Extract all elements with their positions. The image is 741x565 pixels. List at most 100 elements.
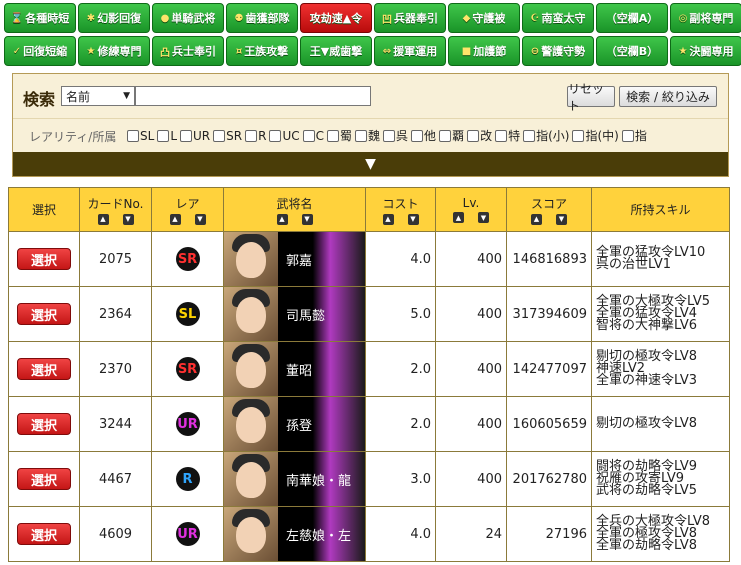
tag-button[interactable]: （空欄B） bbox=[596, 36, 668, 66]
filter-checkbox[interactable]: 蜀 bbox=[327, 127, 352, 144]
tag-button[interactable]: ⇔ 援軍運用 bbox=[374, 36, 446, 66]
select-cell: 選択 bbox=[8, 341, 80, 397]
tag-button[interactable]: ● 単騎武将 bbox=[152, 3, 224, 33]
sort-controls: ▲ ▼ bbox=[453, 212, 489, 223]
filter-checkbox[interactable]: 指(中) bbox=[572, 127, 619, 144]
search-field-select[interactable]: 名前 ▼ bbox=[61, 86, 135, 106]
sort-controls: ▲ ▼ bbox=[382, 213, 419, 225]
skill-item: 全軍の神速令LV3 bbox=[596, 373, 697, 388]
sort-desc-icon[interactable]: ▼ bbox=[407, 213, 419, 225]
filter-checkbox[interactable]: R bbox=[245, 129, 266, 143]
sort-desc-icon[interactable]: ▼ bbox=[194, 213, 206, 225]
column-header: コスト ▲ ▼ bbox=[365, 187, 436, 232]
expand-toggle-bar[interactable]: ▼ bbox=[13, 152, 728, 176]
table-row: 選択 4467 R 南華娘・龍 3.0 400 201762780 闘将の劫略令LV9 祝雁の攻… bbox=[8, 451, 730, 507]
checkbox-icon[interactable] bbox=[355, 129, 368, 142]
checkbox-icon[interactable] bbox=[495, 129, 508, 142]
filter-checkbox-label: 改 bbox=[480, 129, 493, 143]
tag-button[interactable]: ⌛ 各種時短 bbox=[4, 3, 76, 33]
rarity-badge: UR bbox=[175, 412, 200, 436]
select-cell: 選択 bbox=[8, 286, 80, 342]
search-button[interactable]: 検索 / 絞り込み bbox=[619, 86, 717, 107]
sort-asc-icon[interactable]: ▲ bbox=[169, 213, 181, 225]
checkbox-icon[interactable] bbox=[127, 129, 139, 142]
tag-button[interactable]: 凹兵器奉引 bbox=[374, 3, 446, 33]
checkbox-icon[interactable] bbox=[523, 129, 536, 142]
tag-button[interactable]: ¤ 王族攻撃 bbox=[226, 36, 298, 66]
filter-checkbox[interactable]: 改 bbox=[467, 127, 492, 144]
portrait-face bbox=[236, 407, 266, 443]
filter-checkbox[interactable]: UC bbox=[269, 129, 300, 143]
filter-checkbox[interactable]: C bbox=[302, 129, 324, 143]
column-header-inner: 選択 bbox=[11, 201, 77, 218]
filter-checkbox[interactable]: 魏 bbox=[355, 127, 380, 144]
score-cell: 146816893 bbox=[506, 231, 592, 287]
skills-cell: 全兵の大極攻令LV8 全軍の極攻令LV8 全軍の劫略令LV8 bbox=[591, 506, 730, 562]
checkbox-icon[interactable] bbox=[467, 129, 480, 142]
tag-button[interactable]: ✓ 回復短縮 bbox=[4, 36, 76, 66]
tag-icon: ✓ bbox=[12, 45, 22, 57]
select-button[interactable]: 選択 bbox=[17, 413, 71, 435]
tag-button[interactable]: ★ 修練専門 bbox=[78, 36, 150, 66]
select-button[interactable]: 選択 bbox=[17, 303, 71, 325]
tag-button[interactable]: ✱ 幻影回復 bbox=[78, 3, 150, 33]
tag-button[interactable]: ★ 決闘専用 bbox=[670, 36, 741, 66]
sort-desc-icon[interactable]: ▼ bbox=[556, 213, 567, 225]
sort-desc-icon[interactable]: ▼ bbox=[478, 212, 489, 223]
sort-asc-icon[interactable]: ▲ bbox=[453, 212, 464, 223]
filter-checkbox[interactable]: 呉 bbox=[383, 127, 408, 144]
sort-desc-icon[interactable]: ▼ bbox=[122, 213, 134, 225]
filter-checkbox[interactable]: L bbox=[157, 129, 177, 143]
sort-asc-icon[interactable]: ▲ bbox=[382, 213, 394, 225]
skills-cell: 全軍の猛攻令LV10 呉の治世LV1 bbox=[591, 231, 730, 287]
filter-checkbox[interactable]: SR bbox=[213, 129, 242, 143]
tag-button[interactable]: 凸兵士奉引 bbox=[152, 36, 224, 66]
filter-checkbox[interactable]: 指 bbox=[621, 127, 647, 144]
filter-checkbox[interactable]: 指(小) bbox=[523, 127, 569, 144]
tag-button[interactable]: ◆ 守護被 bbox=[448, 3, 520, 33]
tag-label: 回復短縮 bbox=[23, 45, 68, 58]
filter-checkbox-label: SL bbox=[140, 128, 155, 143]
filter-checkbox[interactable]: SL bbox=[127, 129, 154, 143]
general-name: 司馬懿 bbox=[286, 309, 326, 324]
tag-icon: ◎ bbox=[678, 12, 688, 24]
checkbox-icon[interactable] bbox=[572, 129, 585, 142]
tag-button[interactable]: ☪ 南蛮太守 bbox=[522, 3, 594, 33]
tag-button[interactable]: ■ 加護節 bbox=[448, 36, 520, 66]
filter-checkbox[interactable]: 特 bbox=[495, 127, 520, 144]
checkbox-icon[interactable] bbox=[180, 129, 192, 142]
tag-button[interactable]: ⊖ 警護守勢 bbox=[522, 36, 594, 66]
column-header: Lv. ▲ ▼ bbox=[435, 187, 507, 232]
checkbox-icon[interactable] bbox=[157, 129, 170, 142]
checkbox-icon[interactable] bbox=[302, 129, 315, 142]
sort-desc-icon[interactable]: ▼ bbox=[301, 213, 313, 225]
tag-button[interactable]: ◎ 副将専門 bbox=[670, 3, 741, 33]
checkbox-icon[interactable] bbox=[269, 129, 282, 142]
checkbox-icon[interactable] bbox=[383, 129, 396, 142]
select-button[interactable]: 選択 bbox=[17, 358, 71, 380]
checkbox-icon[interactable] bbox=[439, 129, 452, 142]
sort-asc-icon[interactable]: ▲ bbox=[97, 213, 109, 225]
checkbox-icon[interactable] bbox=[327, 129, 339, 142]
filter-checkbox-label: 特 bbox=[508, 129, 521, 143]
filter-checkbox[interactable]: 他 bbox=[411, 127, 436, 144]
tag-button[interactable]: ⚉ 歯獲部隊 bbox=[226, 3, 298, 33]
tag-button[interactable]: 王▼威歯撃 bbox=[300, 36, 372, 66]
select-button[interactable]: 選択 bbox=[17, 468, 71, 490]
filter-checkbox[interactable]: UR bbox=[180, 129, 210, 143]
select-button[interactable]: 選択 bbox=[17, 248, 71, 270]
sort-asc-icon[interactable]: ▲ bbox=[276, 213, 288, 225]
checkbox-icon[interactable] bbox=[245, 129, 258, 142]
select-button[interactable]: 選択 bbox=[17, 523, 71, 545]
checkbox-icon[interactable] bbox=[411, 129, 424, 142]
search-input[interactable] bbox=[135, 86, 371, 106]
checkbox-icon[interactable] bbox=[621, 129, 634, 142]
tag-button[interactable]: 攻劫速▲令 bbox=[300, 3, 372, 33]
reset-button[interactable]: リセット bbox=[567, 82, 615, 113]
filter-checkbox[interactable]: 覇 bbox=[439, 127, 464, 144]
tag-label: 副将専門 bbox=[689, 12, 734, 25]
tag-button[interactable]: （空欄A） bbox=[596, 3, 668, 33]
score-cell: 142477097 bbox=[506, 341, 592, 397]
sort-asc-icon[interactable]: ▲ bbox=[531, 213, 542, 225]
checkbox-icon[interactable] bbox=[213, 129, 226, 142]
